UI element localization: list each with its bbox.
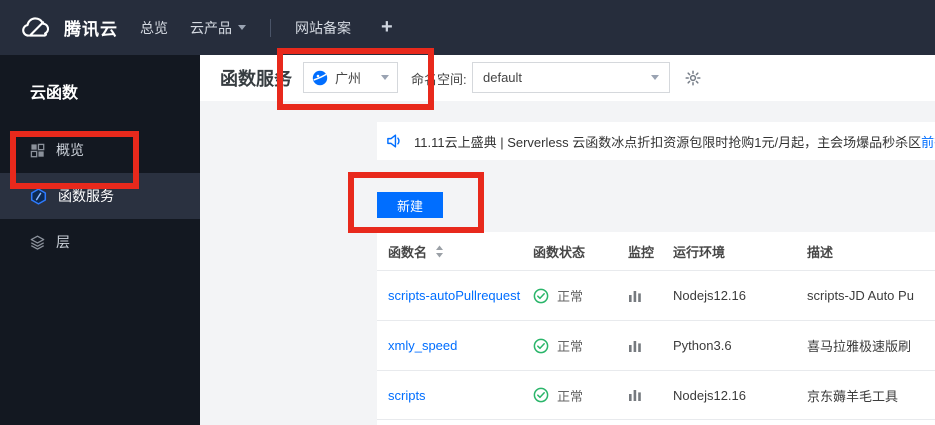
top-tab-overview[interactable]: 总览 xyxy=(140,18,168,38)
table-header-row: 函数名 函数状态 监控 运行环境 描述 xyxy=(377,232,935,270)
chevron-down-icon xyxy=(238,25,246,30)
chevron-down-icon xyxy=(381,75,389,80)
column-header-monitor: 监控 xyxy=(628,244,655,260)
region-selector[interactable]: 广州 xyxy=(303,62,398,93)
runtime-text: Python3.6 xyxy=(673,338,732,353)
top-tab-cloud-products[interactable]: 云产品 xyxy=(190,18,246,38)
status-ok-icon xyxy=(533,288,549,304)
topbar-divider xyxy=(270,18,271,37)
tencent-cloud-console: 腾讯云 总览 云产品 网站备案 + 云函数 概览 函数服务 层 函数服务 广州 … xyxy=(0,0,935,425)
globe-icon xyxy=(312,70,328,86)
runtime-text: Nodejs12.16 xyxy=(673,288,746,303)
sidebar-item-layers[interactable]: 层 xyxy=(0,219,200,265)
gear-icon[interactable] xyxy=(685,70,701,91)
banner-text: 11.11云上盛典 | Serverless 云函数冰点折扣资源包限时抢购1元/… xyxy=(414,134,922,150)
sidebar-item-label: 层 xyxy=(56,234,70,250)
speaker-icon xyxy=(386,133,403,149)
sort-icon[interactable] xyxy=(435,245,444,258)
top-navigation-bar: 腾讯云 总览 云产品 网站备案 + xyxy=(0,0,935,55)
sidebar: 云函数 概览 函数服务 层 xyxy=(0,55,200,425)
column-header-name[interactable]: 函数名 xyxy=(377,242,522,261)
region-value: 广州 xyxy=(335,71,362,86)
description-text: scripts-JD Auto Pu xyxy=(807,288,914,303)
page-header: 函数服务 广州 命名空间: default xyxy=(200,55,935,101)
banner-go-link[interactable]: 前往 xyxy=(921,132,935,151)
function-hexagon-icon xyxy=(30,187,47,205)
table-row: scripts 正常 Nodejs12.16 京东薅羊毛工具 xyxy=(377,370,935,420)
monitor-barchart-icon[interactable] xyxy=(628,339,642,353)
monitor-barchart-icon[interactable] xyxy=(628,289,642,303)
promo-banner: 11.11云上盛典 | Serverless 云函数冰点折扣资源包限时抢购1元/… xyxy=(377,122,935,160)
chevron-down-icon xyxy=(651,75,659,80)
grid-icon xyxy=(30,143,45,158)
namespace-select[interactable]: default xyxy=(472,62,670,93)
status-ok-icon xyxy=(533,338,549,354)
runtime-text: Nodejs12.16 xyxy=(673,387,746,403)
description-text: 喜马拉雅极速版刷 xyxy=(807,339,912,354)
status-text: 正常 xyxy=(557,339,584,354)
namespace-value: default xyxy=(483,70,523,85)
table-row: scripts-autoPullrequest 正常 Nodejs12.16 s… xyxy=(377,270,935,320)
monitor-barchart-icon[interactable] xyxy=(628,388,642,402)
status-text: 正常 xyxy=(557,289,584,304)
column-header-runtime: 运行环境 xyxy=(673,244,726,260)
brand[interactable]: 腾讯云 xyxy=(18,15,136,41)
sidebar-item-label: 概览 xyxy=(56,142,84,158)
function-name-link[interactable]: scripts-autoPullrequest xyxy=(388,288,520,303)
add-tab-button[interactable]: + xyxy=(381,16,393,39)
page-title: 函数服务 xyxy=(220,69,292,89)
top-tab-icp-filing[interactable]: 网站备案 xyxy=(295,18,351,38)
namespace-label: 命名空间: xyxy=(411,71,467,87)
layers-icon xyxy=(30,235,45,250)
column-header-description: 描述 xyxy=(807,244,834,260)
status-ok-icon xyxy=(533,387,549,403)
sidebar-item-overview[interactable]: 概览 xyxy=(0,127,200,173)
brand-name: 腾讯云 xyxy=(64,20,118,39)
tencent-cloud-logo-icon xyxy=(18,15,56,41)
sidebar-item-label: 函数服务 xyxy=(58,188,114,204)
function-name-link[interactable]: scripts xyxy=(388,388,426,403)
function-name-link[interactable]: xmly_speed xyxy=(388,338,457,353)
status-text: 正常 xyxy=(557,388,584,404)
column-header-status: 函数状态 xyxy=(533,244,586,260)
table-row: xmly_speed 正常 Python3.6 喜马拉雅极速版刷 xyxy=(377,320,935,370)
description-text: 京东薅羊毛工具 xyxy=(807,388,899,404)
function-table: 函数名 函数状态 监控 运行环境 描述 scripts-autoPullrequ… xyxy=(377,232,935,425)
create-function-button[interactable]: 新建 xyxy=(377,192,443,218)
sidebar-title: 云函数 xyxy=(30,85,79,102)
sidebar-item-function-service[interactable]: 函数服务 xyxy=(0,173,200,219)
